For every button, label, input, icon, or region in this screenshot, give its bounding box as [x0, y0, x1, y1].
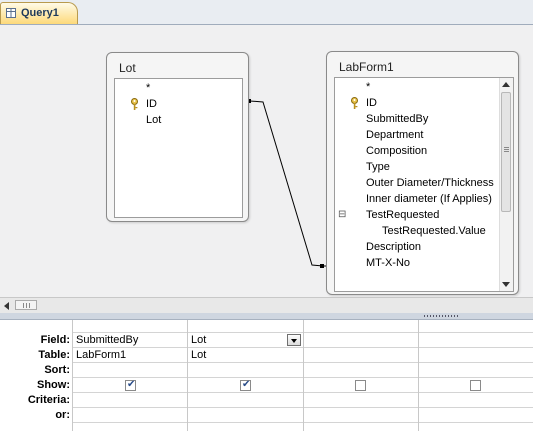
- field-item-mt-x-no[interactable]: MT-X-No: [366, 255, 410, 271]
- design-horizontal-scrollbar[interactable]: [0, 297, 533, 313]
- field-item-description[interactable]: Description: [366, 239, 421, 255]
- grid-field-cell[interactable]: Lot: [191, 333, 206, 348]
- field-item-testrequested-value[interactable]: TestRequested.Value: [382, 223, 486, 239]
- row-label-or: or:: [55, 409, 70, 421]
- query-icon: [6, 8, 16, 18]
- field-item-outer-diameter[interactable]: Outer Diameter/Thickness: [366, 175, 494, 191]
- field-item-id[interactable]: ID: [146, 96, 157, 112]
- field-list-body: * ID Lot: [114, 78, 243, 218]
- column-divider: [72, 320, 73, 431]
- query-design-surface[interactable]: Lot * ID Lot LabForm1 * ID SubmittedBy D…: [0, 25, 533, 297]
- grid-table-cell[interactable]: LabForm1: [76, 348, 126, 363]
- column-divider: [303, 320, 304, 431]
- row-label-sort: Sort:: [44, 364, 70, 376]
- scrollbar-thumb[interactable]: [15, 300, 37, 310]
- show-checkbox[interactable]: ✔: [240, 379, 251, 391]
- splitter-grip-icon[interactable]: [424, 315, 460, 317]
- pane-splitter[interactable]: [0, 313, 533, 320]
- tab-label: Query1: [21, 7, 59, 19]
- show-checkbox[interactable]: [470, 380, 481, 391]
- row-label-field: Field:: [40, 334, 70, 346]
- scroll-down-icon[interactable]: [502, 282, 510, 287]
- query-design-grid[interactable]: Field: Table: Sort: Show: Criteria: or: …: [0, 320, 533, 431]
- tab-query1[interactable]: Query1: [0, 2, 78, 24]
- field-item-composition[interactable]: Composition: [366, 143, 427, 159]
- field-item-inner-diameter[interactable]: Inner diameter (If Applies): [366, 191, 492, 207]
- field-list-body: * ID SubmittedBy Department Composition …: [334, 77, 514, 292]
- field-list-title: LabForm1: [339, 60, 394, 74]
- table-field-list-labform1[interactable]: LabForm1 * ID SubmittedBy Department Com…: [326, 51, 519, 295]
- column-divider: [187, 320, 188, 431]
- field-item-testrequested[interactable]: TestRequested: [366, 207, 439, 223]
- field-list-scrollbar[interactable]: [499, 78, 513, 291]
- row-label-show: Show:: [37, 379, 70, 391]
- scrollbar-thumb[interactable]: [501, 92, 511, 212]
- field-dropdown-button[interactable]: [287, 334, 301, 346]
- checkmark-icon: ✔: [242, 379, 251, 390]
- checkmark-icon: ✔: [127, 379, 136, 390]
- chevron-down-icon: [291, 339, 297, 343]
- field-item-lot[interactable]: Lot: [146, 112, 161, 128]
- field-item-all[interactable]: *: [366, 79, 370, 95]
- expand-collapse-icon[interactable]: ⊟: [338, 207, 346, 223]
- field-list-title: Lot: [119, 61, 136, 75]
- primary-key-icon: [131, 98, 138, 110]
- grid-field-cell[interactable]: SubmittedBy: [76, 333, 138, 348]
- row-label-criteria: Criteria:: [27, 394, 70, 406]
- scroll-left-icon[interactable]: [4, 302, 9, 310]
- column-divider: [418, 320, 419, 431]
- row-label-table: Table:: [38, 349, 70, 361]
- scroll-up-icon[interactable]: [502, 82, 510, 87]
- field-item-type[interactable]: Type: [366, 159, 390, 175]
- show-checkbox[interactable]: [355, 380, 366, 391]
- field-item-department[interactable]: Department: [366, 127, 423, 143]
- show-checkbox[interactable]: ✔: [125, 379, 136, 391]
- document-tab-strip: Query1: [0, 0, 533, 25]
- table-field-list-lot[interactable]: Lot * ID Lot: [106, 52, 249, 222]
- field-item-all[interactable]: *: [146, 80, 150, 96]
- field-item-id[interactable]: ID: [366, 95, 377, 111]
- primary-key-icon: [351, 97, 358, 109]
- field-item-submittedby[interactable]: SubmittedBy: [366, 111, 428, 127]
- grid-table-cell[interactable]: Lot: [191, 348, 206, 363]
